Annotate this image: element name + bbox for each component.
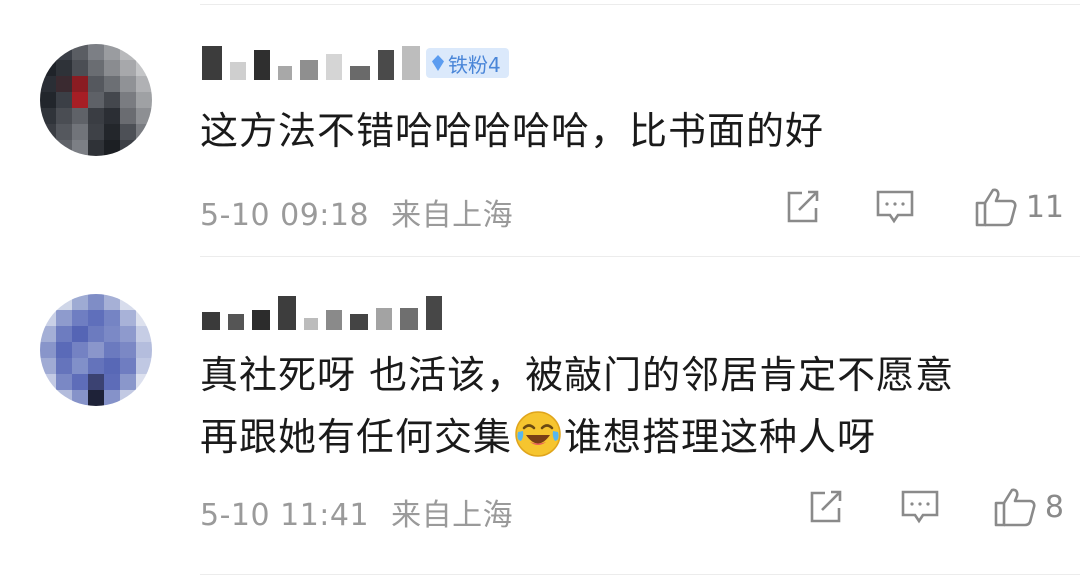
- comment-item: 真社死呀 也活该，被敲门的邻居肯定不愿意 再跟她有任何交集 谁想搭理这种人呀 5…: [0, 258, 1080, 578]
- repost-icon: [787, 190, 819, 223]
- repost-button[interactable]: [805, 487, 845, 527]
- fan-badge[interactable]: 铁粉4: [426, 48, 509, 78]
- like-button[interactable]: 8: [993, 486, 1064, 528]
- comment-icon: [876, 190, 914, 224]
- comment-icon: [901, 490, 939, 524]
- comment-list: 铁粉4 这方法不错哈哈哈哈哈，比书面的好 5-10 09:18 来自上海 11 …: [0, 0, 1080, 578]
- thumbs-up-icon: [994, 488, 1036, 527]
- comment-meta: 5-10 09:18 来自上海: [200, 190, 513, 234]
- repost-button[interactable]: [782, 187, 822, 227]
- comment-location: 来自上海: [391, 198, 514, 233]
- username-mosaic: [202, 296, 442, 330]
- thumbs-up-icon: [975, 188, 1017, 227]
- comment-actions: 8: [805, 486, 1064, 528]
- like-count: 11: [1025, 189, 1064, 225]
- comment-text-part: 谁想搭理这种人呀: [564, 415, 877, 459]
- username[interactable]: 铁粉4: [202, 46, 509, 80]
- comment-time: 5-10 11:41: [200, 498, 370, 533]
- fan-badge-label: 铁粉4: [448, 52, 501, 77]
- divider: [200, 256, 1080, 257]
- username-mosaic: [202, 46, 420, 80]
- username[interactable]: [202, 296, 442, 330]
- like-count: 8: [1044, 489, 1064, 525]
- laughing-crying-emoji-icon: [514, 410, 562, 458]
- reply-button[interactable]: [899, 487, 941, 527]
- comment-meta: 5-10 11:41 来自上海: [200, 490, 513, 534]
- like-button[interactable]: 11: [974, 186, 1064, 228]
- comment-item: 铁粉4 这方法不错哈哈哈哈哈，比书面的好 5-10 09:18 来自上海 11: [0, 0, 1080, 258]
- avatar[interactable]: [40, 44, 152, 156]
- comment-text: 真社死呀 也活该，被敲门的邻居肯定不愿意 再跟她有任何交集 谁想搭理这种人呀: [200, 344, 1060, 468]
- comment-text: 这方法不错哈哈哈哈哈，比书面的好: [200, 109, 825, 153]
- comment-actions: 11: [782, 186, 1064, 228]
- avatar[interactable]: [40, 294, 152, 406]
- comment-location: 来自上海: [391, 498, 514, 533]
- reply-button[interactable]: [874, 187, 916, 227]
- diamond-icon: [432, 55, 444, 71]
- divider: [200, 574, 1080, 575]
- repost-icon: [810, 490, 842, 523]
- comment-time: 5-10 09:18: [200, 198, 370, 233]
